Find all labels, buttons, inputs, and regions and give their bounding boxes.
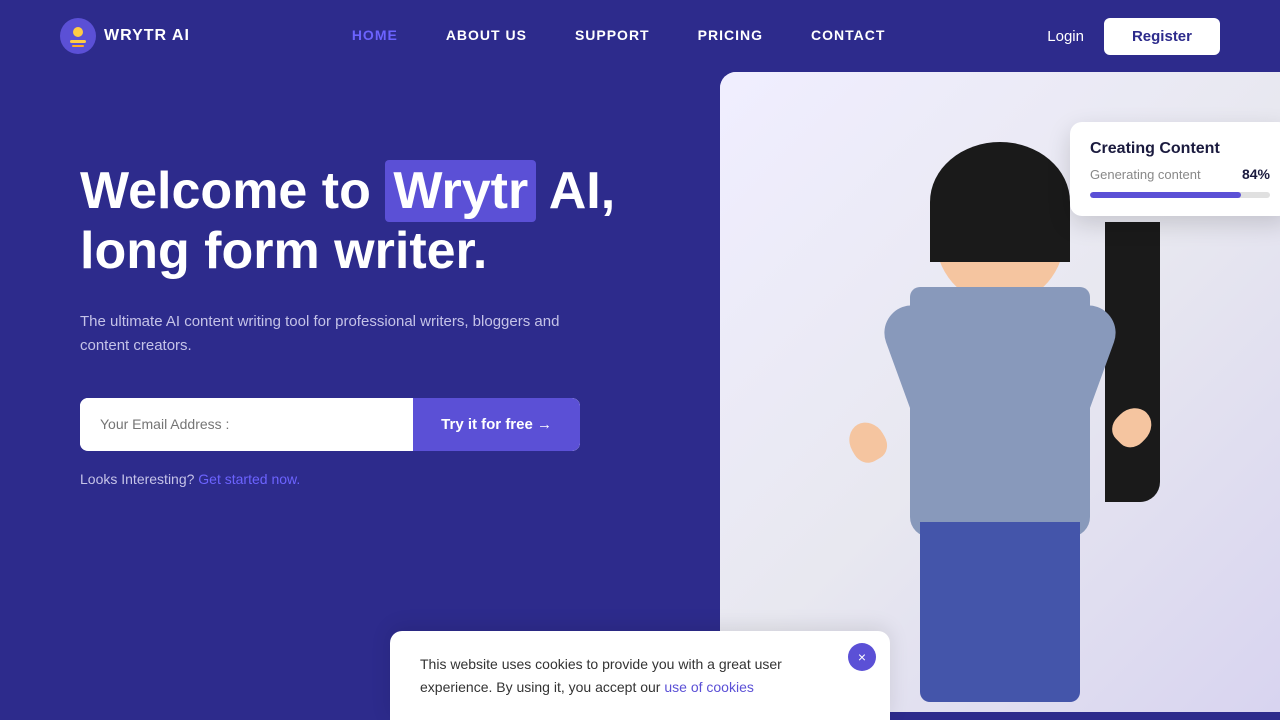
hero-title-line2: long form writer. [80,222,487,280]
try-free-button[interactable]: Try it for free → [413,398,580,451]
nav-support[interactable]: SUPPORT [575,27,650,43]
hero-title-suffix: AI, [536,162,615,220]
hero-cta-text: Looks Interesting? Get started now. [80,471,660,487]
person-figure [810,132,1190,712]
nav-home[interactable]: HOME [352,27,398,43]
cookie-link[interactable]: use of cookies [664,679,754,695]
hero-title-highlight: Wrytr [385,160,536,222]
navbar: WRYTR AI HOME ABOUT US SUPPORT PRICING C… [0,0,1280,72]
email-form: Try it for free → [80,398,580,451]
register-button[interactable]: Register [1104,18,1220,55]
hero-section: Welcome to Wrytr AI, long form writer. T… [0,72,1280,720]
hero-title-prefix: Welcome to [80,162,385,220]
nav-about[interactable]: ABOUT US [446,27,527,43]
person-body [910,287,1090,537]
nav-pricing[interactable]: PRICING [698,27,763,43]
nav-actions: Login Register [1047,18,1220,55]
hero-content: Welcome to Wrytr AI, long form writer. T… [80,132,660,487]
card-stats-row: Generating content 84% [1090,166,1270,182]
logo-icon [60,18,96,54]
person-lower [920,522,1080,702]
login-button[interactable]: Login [1047,28,1084,45]
email-input[interactable] [80,398,413,450]
hero-subtitle: The ultimate AI content writing tool for… [80,310,560,358]
card-percent: 84% [1242,166,1270,182]
nav-links: HOME ABOUT US SUPPORT PRICING CONTACT [352,27,886,45]
hero-title: Welcome to Wrytr AI, long form writer. [80,162,660,282]
nav-contact[interactable]: CONTACT [811,27,885,43]
looks-interesting-text: Looks Interesting? [80,471,194,487]
person-hair-long [1105,222,1160,502]
card-title: Creating Content [1090,140,1270,158]
get-started-link[interactable]: Get started now. [198,471,300,487]
brand-name: WRYTR AI [104,27,190,45]
creating-content-card: Creating Content Generating content 84% [1070,122,1280,216]
hero-image-panel: Creating Content Generating content 84% [720,72,1280,712]
brand-logo[interactable]: WRYTR AI [60,18,190,54]
cookie-close-button[interactable]: × [848,643,876,671]
cookie-banner: × This website uses cookies to provide y… [390,631,890,720]
person-hand-left [842,416,892,468]
person-hair [930,142,1070,262]
progress-bar-bg [1090,192,1270,198]
progress-bar-fill [1090,192,1241,198]
card-label: Generating content [1090,167,1201,182]
